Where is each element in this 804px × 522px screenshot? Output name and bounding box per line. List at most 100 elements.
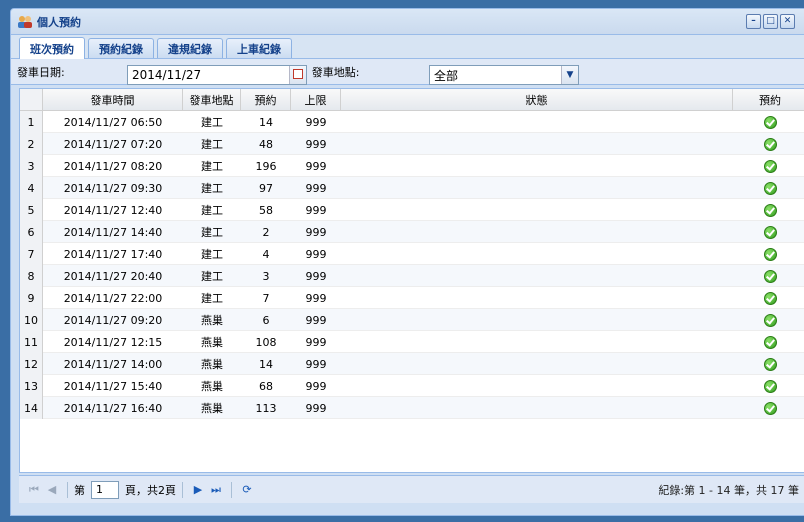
table-row[interactable]: 10 2014/11/27 09:20 燕巢 6 999 xyxy=(20,309,804,331)
departure-location: 建工 xyxy=(201,204,223,217)
status-cell xyxy=(341,199,733,221)
last-page-button[interactable]: ⏭ xyxy=(207,481,225,499)
row-number: 10 xyxy=(20,309,43,331)
header-row-number xyxy=(20,89,43,110)
table-row[interactable]: 9 2014/11/27 22:00 建工 7 999 xyxy=(20,287,804,309)
booked-count: 108 xyxy=(255,335,277,349)
book-button[interactable] xyxy=(733,265,804,287)
header-status[interactable]: 狀態 xyxy=(341,89,733,110)
table-row[interactable]: 2 2014/11/27 07:20 建工 48 999 xyxy=(20,133,804,155)
departure-time: 2014/11/27 20:40 xyxy=(63,269,163,283)
booked-count: 3 xyxy=(262,269,270,283)
seat-limit: 999 xyxy=(305,379,327,393)
book-button[interactable] xyxy=(733,111,804,133)
header-booked-count[interactable]: 預約 xyxy=(241,89,291,110)
status-cell xyxy=(341,309,733,331)
minimize-button[interactable]: – xyxy=(746,14,761,29)
tab-shuttle-booking[interactable]: 班次預約 xyxy=(19,37,85,59)
table-row[interactable]: 11 2014/11/27 12:15 燕巢 108 999 xyxy=(20,331,804,353)
date-field[interactable]: 2014/11/27 xyxy=(127,65,307,85)
booked-count: 68 xyxy=(259,379,273,393)
status-cell xyxy=(341,155,733,177)
seat-limit: 999 xyxy=(305,203,327,217)
seat-limit: 999 xyxy=(305,159,327,173)
departure-location: 建工 xyxy=(201,248,223,261)
check-circle-icon xyxy=(764,313,777,327)
book-button[interactable] xyxy=(733,133,804,155)
departure-location: 燕巢 xyxy=(201,358,223,371)
date-picker-button[interactable] xyxy=(289,66,306,84)
table-row[interactable]: 4 2014/11/27 09:30 建工 97 999 xyxy=(20,177,804,199)
tab-boarding-history[interactable]: 上車紀錄 xyxy=(226,38,292,58)
maximize-button[interactable]: □ xyxy=(763,14,778,29)
date-value: 2014/11/27 xyxy=(132,68,202,82)
departure-location: 建工 xyxy=(201,160,223,173)
departure-time: 2014/11/27 09:30 xyxy=(63,181,163,195)
header-departure-location[interactable]: 發車地點 xyxy=(183,89,241,110)
refresh-icon: ⟳ xyxy=(242,483,252,496)
book-button[interactable] xyxy=(733,309,804,331)
next-page-button[interactable]: ▶ xyxy=(189,481,207,499)
departure-location: 燕巢 xyxy=(201,380,223,393)
table-row[interactable]: 5 2014/11/27 12:40 建工 58 999 xyxy=(20,199,804,221)
book-button[interactable] xyxy=(733,331,804,353)
book-button[interactable] xyxy=(733,353,804,375)
prev-page-button[interactable]: ◀ xyxy=(43,481,61,499)
location-dropdown-button[interactable]: ▼ xyxy=(561,66,578,84)
departure-location: 燕巢 xyxy=(201,336,223,349)
location-select[interactable]: 全部 ▼ xyxy=(429,65,579,85)
first-page-button[interactable]: ⏮ xyxy=(25,481,43,499)
close-button[interactable]: ✕ xyxy=(780,14,795,29)
first-page-icon: ⏮ xyxy=(29,482,39,496)
check-circle-icon xyxy=(764,137,777,151)
departure-location: 建工 xyxy=(201,182,223,195)
check-circle-icon xyxy=(764,115,777,129)
departure-location: 燕巢 xyxy=(201,402,223,415)
check-circle-icon xyxy=(764,357,777,371)
row-number: 2 xyxy=(20,133,43,155)
table-row[interactable]: 3 2014/11/27 08:20 建工 196 999 xyxy=(20,155,804,177)
tab-violation-history[interactable]: 違規紀錄 xyxy=(157,38,223,58)
table-row[interactable]: 8 2014/11/27 20:40 建工 3 999 xyxy=(20,265,804,287)
shuttle-grid: 發車時間 發車地點 預約 上限 狀態 預約 1 2014/11/27 06:50 建… xyxy=(19,88,804,473)
page-number-input[interactable]: 1 xyxy=(91,480,119,499)
book-button[interactable] xyxy=(733,397,804,419)
page-suffix: 頁，共2頁 xyxy=(125,483,176,497)
departure-time: 2014/11/27 07:20 xyxy=(63,137,163,151)
book-button[interactable] xyxy=(733,155,804,177)
header-book[interactable]: 預約 xyxy=(733,89,804,110)
booked-count: 97 xyxy=(259,181,273,195)
book-button[interactable] xyxy=(733,221,804,243)
seat-limit: 999 xyxy=(305,291,327,305)
header-limit[interactable]: 上限 xyxy=(291,89,341,110)
status-cell xyxy=(341,243,733,265)
book-button[interactable] xyxy=(733,199,804,221)
table-row[interactable]: 14 2014/11/27 16:40 燕巢 113 999 xyxy=(20,397,804,419)
record-info: 紀錄:第 1 - 14 筆，共 17 筆 xyxy=(658,483,799,497)
pager-toolbar: ⏮ ◀ 第 1 頁，共2頁 ▶ ⏭ ⟳ 紀錄:第 1 - 14 筆，共 17 筆 xyxy=(19,475,804,503)
table-row[interactable]: 7 2014/11/27 17:40 建工 4 999 xyxy=(20,243,804,265)
seat-limit: 999 xyxy=(305,357,327,371)
header-departure-time[interactable]: 發車時間 xyxy=(43,89,183,110)
row-number: 9 xyxy=(20,287,43,309)
page-prefix: 第 xyxy=(74,483,85,497)
table-row[interactable]: 13 2014/11/27 15:40 燕巢 68 999 xyxy=(20,375,804,397)
departure-time: 2014/11/27 09:20 xyxy=(63,313,163,327)
departure-time: 2014/11/27 17:40 xyxy=(63,247,163,261)
table-row[interactable]: 1 2014/11/27 06:50 建工 14 999 xyxy=(20,111,804,133)
departure-location: 建工 xyxy=(201,138,223,151)
users-icon xyxy=(17,15,33,29)
table-row[interactable]: 6 2014/11/27 14:40 建工 2 999 xyxy=(20,221,804,243)
table-row[interactable]: 12 2014/11/27 14:00 燕巢 14 999 xyxy=(20,353,804,375)
book-button[interactable] xyxy=(733,243,804,265)
refresh-button[interactable]: ⟳ xyxy=(238,481,256,499)
tab-booking-history[interactable]: 預約紀錄 xyxy=(88,38,154,58)
tab-strip: 班次預約 預約紀錄 違規紀錄 上車紀錄 xyxy=(11,35,804,59)
book-button[interactable] xyxy=(733,177,804,199)
book-button[interactable] xyxy=(733,375,804,397)
departure-time: 2014/11/27 06:50 xyxy=(63,115,163,129)
book-button[interactable] xyxy=(733,287,804,309)
status-cell xyxy=(341,111,733,133)
booked-count: 7 xyxy=(262,291,270,305)
check-circle-icon xyxy=(764,291,777,305)
